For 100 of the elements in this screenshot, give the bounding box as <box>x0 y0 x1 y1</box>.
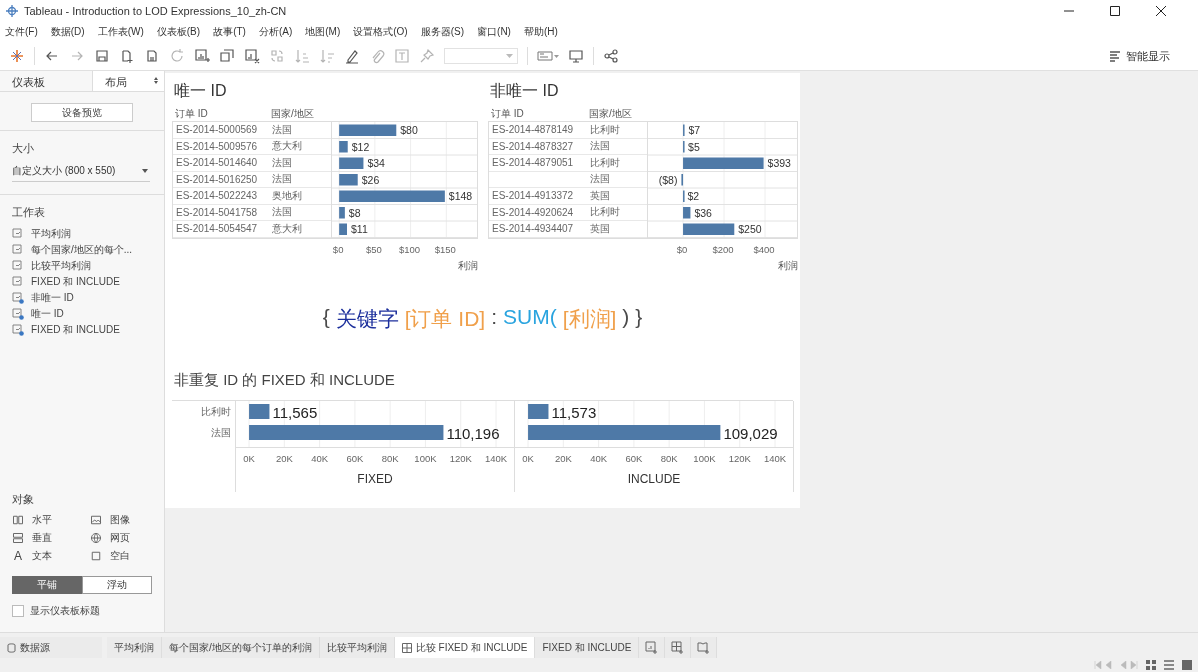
sheet-tab[interactable]: 比较平均利润 <box>319 637 395 658</box>
show-me-button[interactable]: 智能显示 <box>1103 47 1176 65</box>
layout-mode-toggle[interactable]: 浮动 <box>82 576 152 594</box>
sheet-item[interactable]: 平均利润 <box>12 226 152 242</box>
dropdown-field[interactable] <box>444 48 518 64</box>
object-item[interactable]: 垂直 <box>12 531 90 545</box>
maximize-icon[interactable] <box>1110 6 1120 16</box>
size-dropdown[interactable]: 自定义大小 (800 x 550) <box>12 162 150 182</box>
new-sheet-icon[interactable] <box>194 48 210 64</box>
bar <box>339 207 345 219</box>
axis-tick-label: $0 <box>332 243 344 255</box>
card-layout-icon[interactable] <box>537 48 559 64</box>
axis-tick-label: $100 <box>399 243 421 255</box>
presentation-icon[interactable] <box>568 48 584 64</box>
sheet-item[interactable]: FIXED 和 INCLUDE <box>12 322 152 338</box>
sheet-tab[interactable]: 每个国家/地区的每个订单的利润 <box>162 637 320 658</box>
menu-item[interactable]: 仪表板(B) <box>156 25 201 39</box>
table-cell: 比利时 <box>590 123 620 135</box>
share-icon[interactable] <box>603 48 619 64</box>
grid-view-icon[interactable] <box>1146 660 1156 670</box>
show-title-checkbox[interactable]: 显示仪表板标题 <box>12 604 152 618</box>
table-cell: 法国 <box>590 173 610 185</box>
object-item[interactable]: 网页 <box>90 531 150 545</box>
more-icon[interactable] <box>154 77 158 84</box>
object-item[interactable]: 空白 <box>90 549 150 563</box>
table-cell: 意大利 <box>272 140 302 152</box>
table-cell: ES-2014-4878149 <box>492 124 574 136</box>
value-label: 110,196 <box>446 424 500 442</box>
clear-sheet-icon[interactable] <box>244 48 260 64</box>
caret-icon <box>506 54 513 58</box>
bar <box>339 124 397 136</box>
object-item[interactable]: 图像 <box>90 513 150 527</box>
column-header: 订单 ID <box>490 107 525 121</box>
axis-tick-label: 100K <box>693 452 716 464</box>
sheet-tab[interactable]: 平均利润 <box>107 637 162 658</box>
navigation-icon[interactable] <box>1094 661 1138 669</box>
sheet-icon <box>12 260 24 272</box>
text-icon[interactable] <box>394 48 410 64</box>
device-preview-button[interactable]: 设备预览 <box>31 103 133 122</box>
swap-icon[interactable] <box>269 48 285 64</box>
sheet-icon <box>12 276 24 288</box>
menu-item[interactable]: 工作表(W) <box>97 25 144 39</box>
bar <box>528 403 549 419</box>
value-label: $12 <box>351 140 370 153</box>
table-cell: ES-2014-5000569 <box>176 124 258 136</box>
menu-item[interactable]: 文件(F) <box>5 25 38 39</box>
value-label: $148 <box>448 190 473 202</box>
save-icon[interactable] <box>94 48 110 64</box>
table-cell: 法国 <box>272 173 292 185</box>
new-story-icon[interactable] <box>691 637 718 658</box>
menu-item[interactable]: 分析(A) <box>258 25 293 39</box>
layout-mode-toggle[interactable]: 平铺 <box>12 576 82 594</box>
menu-item[interactable]: 窗口(N) <box>477 25 511 39</box>
refresh-icon[interactable] <box>169 48 185 64</box>
sheet-item[interactable]: 比较平均利润 <box>12 258 152 274</box>
sheet-item[interactable]: 唯一 ID <box>12 306 152 322</box>
menu-item[interactable]: 地图(M) <box>305 25 341 39</box>
sidebar-tab[interactable]: 布局 <box>93 71 164 91</box>
axis-tick-label: $150 <box>434 243 456 255</box>
table-cell: ES-2014-4879051 <box>492 157 574 169</box>
pin-icon[interactable] <box>419 48 435 64</box>
sheet-tab[interactable]: 数据源 <box>0 637 102 658</box>
new-worksheet-icon[interactable] <box>639 637 666 658</box>
close-icon[interactable] <box>1156 6 1166 16</box>
value-label: 11,573 <box>551 403 597 421</box>
sheet-item[interactable]: FIXED 和 INCLUDE <box>12 274 152 290</box>
menu-item[interactable]: 数据(D) <box>50 25 85 39</box>
bar <box>681 174 684 186</box>
axis-tick-label: $400 <box>753 243 775 255</box>
value-label: 11,565 <box>272 403 318 421</box>
object-item[interactable]: A 文本 <box>12 549 90 563</box>
axis-title: FIXED <box>357 471 393 486</box>
tableau-logo-icon[interactable] <box>9 48 25 64</box>
add-datasource-icon[interactable] <box>119 48 135 64</box>
sheet-tab[interactable]: 比较 FIXED 和 INCLUDE <box>394 637 536 658</box>
table-cell: ES-2014-5041758 <box>176 206 258 218</box>
formula-text: { 关键字 [订单 ID] : SUM( [利润] ) } <box>321 304 644 332</box>
menu-item[interactable]: 服务器(S) <box>420 25 465 39</box>
object-item[interactable]: 水平 <box>12 513 90 527</box>
list-view-icon[interactable] <box>1164 660 1174 670</box>
duplicate-icon[interactable] <box>219 48 235 64</box>
menu-item[interactable]: 故事(T) <box>213 25 246 39</box>
table-cell: 比利时 <box>590 206 620 218</box>
menu-item[interactable]: 帮助(H) <box>523 25 558 39</box>
axis-tick-label: 40K <box>311 452 329 464</box>
sheet-item[interactable]: 非唯一 ID <box>12 290 152 306</box>
highlight-icon[interactable] <box>344 48 360 64</box>
chart-title: 唯一 ID <box>173 81 228 101</box>
table-cell: ES-2014-4878327 <box>492 140 574 152</box>
sort-ascending-icon[interactable] <box>294 48 310 64</box>
value-label: $7 <box>688 124 701 136</box>
bar <box>339 223 347 235</box>
sheet-tab[interactable]: FIXED 和 INCLUDE <box>535 637 640 658</box>
new-dashboard-icon[interactable] <box>665 637 692 658</box>
value-label: $80 <box>400 124 418 136</box>
sheet-item[interactable]: 每个国家/地区的每个... <box>12 242 152 258</box>
menu-item[interactable]: 设置格式(O) <box>353 25 408 39</box>
sort-descending-icon[interactable] <box>319 48 335 64</box>
window-title: Tableau - Introduction to LOD Expressions_10_zh-CN <box>24 5 287 17</box>
value-label: $5 <box>688 140 700 153</box>
